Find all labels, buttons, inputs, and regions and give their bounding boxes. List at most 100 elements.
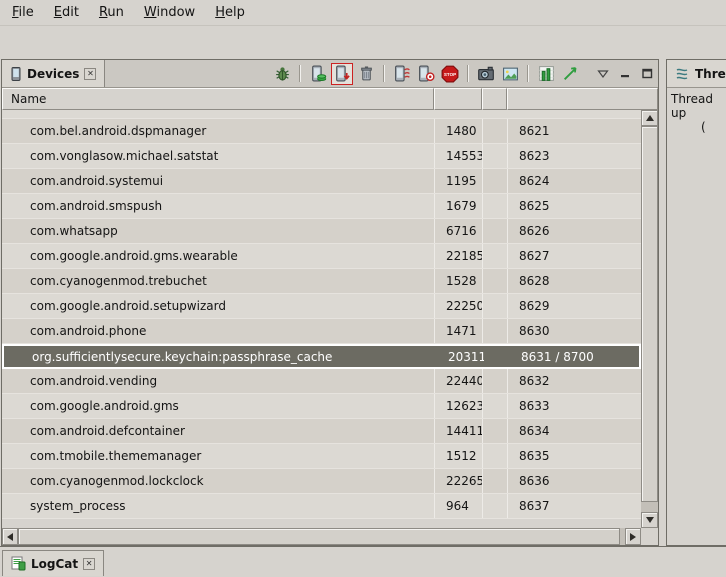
name-column-header[interactable]: Name	[2, 88, 434, 110]
device-row[interactable]: com.android.vending 22440 8632	[2, 369, 641, 394]
minimize-icon[interactable]	[617, 66, 633, 82]
toolbar-separator	[467, 65, 469, 82]
device-row[interactable]: com.vonglasow.michael.satstat 14553 8623	[2, 144, 641, 169]
device-row[interactable]: com.bel.android.dspmanager 1480 8621	[2, 119, 641, 144]
close-icon[interactable]: ✕	[83, 558, 95, 570]
process-port: 8625	[507, 194, 641, 218]
devices-tab[interactable]: Devices ✕	[2, 60, 105, 87]
arrow-up-right-icon[interactable]	[559, 63, 581, 85]
bar-chart-icon[interactable]	[535, 63, 557, 85]
device-row[interactable]: org.sufficientlysecure.keychain:passphra…	[2, 344, 641, 369]
process-port: 8626	[507, 219, 641, 243]
menu-run[interactable]: Run	[89, 0, 134, 25]
process-pid: 6716	[434, 219, 482, 243]
threads-tab[interactable]: Threads ✕	[667, 60, 726, 87]
device-row[interactable]: com.google.android.setupwizard 22250 862…	[2, 294, 641, 319]
stop-process-icon[interactable]: STOP	[439, 63, 461, 85]
devices-panel: Devices ✕	[1, 59, 659, 546]
process-gap-cell	[482, 294, 507, 318]
device-row[interactable]: com.google.android.gms.wearable 22185 86…	[2, 244, 641, 269]
port-column-header[interactable]	[507, 88, 658, 110]
process-port: 8628	[507, 269, 641, 293]
maximize-icon[interactable]	[639, 66, 655, 82]
screen-record-icon[interactable]	[499, 63, 521, 85]
view-menu-icon[interactable]	[595, 66, 611, 82]
process-pid: 22440	[434, 369, 482, 393]
device-row[interactable]: com.cyanogenmod.trebuchet 1528 8628	[2, 269, 641, 294]
toolbar-separator	[383, 65, 385, 82]
menu-edit[interactable]: Edit	[44, 0, 89, 25]
logcat-tab[interactable]: LogCat ✕	[2, 550, 104, 576]
device-row[interactable]: com.android.defcontainer 14411 8634	[2, 419, 641, 444]
process-port: 8627	[507, 244, 641, 268]
cause-gc-icon[interactable]	[355, 63, 377, 85]
vertical-scrollbar-thumb[interactable]	[641, 126, 658, 502]
logcat-icon	[11, 556, 26, 571]
device-row[interactable]: com.android.smspush 1679 8625	[2, 194, 641, 219]
process-name: org.sufficientlysecure.keychain:passphra…	[4, 346, 436, 367]
empty-column-header[interactable]	[482, 88, 507, 110]
vertical-scrollbar[interactable]	[641, 110, 658, 528]
process-gap-cell	[482, 419, 507, 443]
pid-column-header[interactable]	[434, 88, 482, 110]
device-row[interactable]: com.whatsapp 6716 8626	[2, 219, 641, 244]
dump-hprof-icon[interactable]	[331, 63, 353, 85]
device-row[interactable]: system_process 964 8637	[2, 494, 641, 519]
process-pid: 1528	[434, 269, 482, 293]
panel-sash[interactable]	[659, 59, 666, 546]
screen-capture-icon[interactable]	[475, 63, 497, 85]
process-name: com.android.defcontainer	[2, 419, 434, 443]
process-gap-cell	[482, 444, 507, 468]
process-name: com.android.phone	[2, 319, 434, 343]
process-gap-cell	[482, 494, 507, 518]
close-icon[interactable]: ✕	[84, 68, 96, 80]
process-port: 8635	[507, 444, 641, 468]
process-port: 8629	[507, 294, 641, 318]
main-area: Devices ✕	[0, 59, 726, 546]
device-row[interactable]: com.android.systemui 1195 8624	[2, 169, 641, 194]
horizontal-scrollbar-thumb[interactable]	[18, 528, 620, 545]
scroll-down-button[interactable]	[641, 512, 658, 528]
devices-toolbar: STOP	[271, 60, 658, 87]
process-port: 8624	[507, 169, 641, 193]
left-arrow-icon	[7, 533, 13, 541]
horizontal-scrollbar[interactable]	[2, 528, 641, 545]
process-name: com.google.android.gms.wearable	[2, 244, 434, 268]
process-name: com.vonglasow.michael.satstat	[2, 144, 434, 168]
process-gap-cell	[482, 319, 507, 343]
process-pid: 22250	[434, 294, 482, 318]
method-profiling-icon[interactable]	[415, 63, 437, 85]
menu-help[interactable]: Help	[205, 0, 255, 25]
process-gap-cell	[482, 169, 507, 193]
process-pid: 1480	[434, 119, 482, 143]
horizontal-scrollbar-area	[2, 528, 658, 545]
threads-panel: Threads ✕ Thread up (	[666, 59, 726, 546]
device-row[interactable]: com.tmobile.thememanager 1512 8635	[2, 444, 641, 469]
process-name: com.bel.android.dspmanager	[2, 119, 434, 143]
process-pid: 14411	[434, 419, 482, 443]
process-gap-cell	[482, 369, 507, 393]
scroll-up-button[interactable]	[641, 110, 658, 126]
scroll-right-button[interactable]	[625, 528, 641, 545]
device-table-rows: com.bel.android.dspmanager 1480 8621 com…	[2, 110, 641, 528]
device-row[interactable]: com.google.android.gms 12623 8633	[2, 394, 641, 419]
process-pid: 1512	[434, 444, 482, 468]
partial-row	[2, 110, 641, 119]
top-toolbar-area	[0, 26, 726, 59]
device-row[interactable]: com.cyanogenmod.lockclock 22265 8636	[2, 469, 641, 494]
menu-window[interactable]: Window	[134, 0, 205, 25]
scrollbar-corner	[641, 528, 658, 545]
process-port: 8630	[507, 319, 641, 343]
process-pid: 20311	[436, 346, 484, 367]
process-pid: 1679	[434, 194, 482, 218]
process-name: com.google.android.gms	[2, 394, 434, 418]
update-threads-icon[interactable]	[391, 63, 413, 85]
device-row[interactable]: com.android.phone 1471 8630	[2, 319, 641, 344]
menu-file[interactable]: File	[2, 0, 44, 25]
process-pid: 22185	[434, 244, 482, 268]
view-controls	[595, 66, 655, 82]
svg-text:STOP: STOP	[444, 71, 456, 76]
scroll-left-button[interactable]	[2, 528, 18, 545]
debug-icon[interactable]	[271, 63, 293, 85]
update-heap-icon[interactable]	[307, 63, 329, 85]
